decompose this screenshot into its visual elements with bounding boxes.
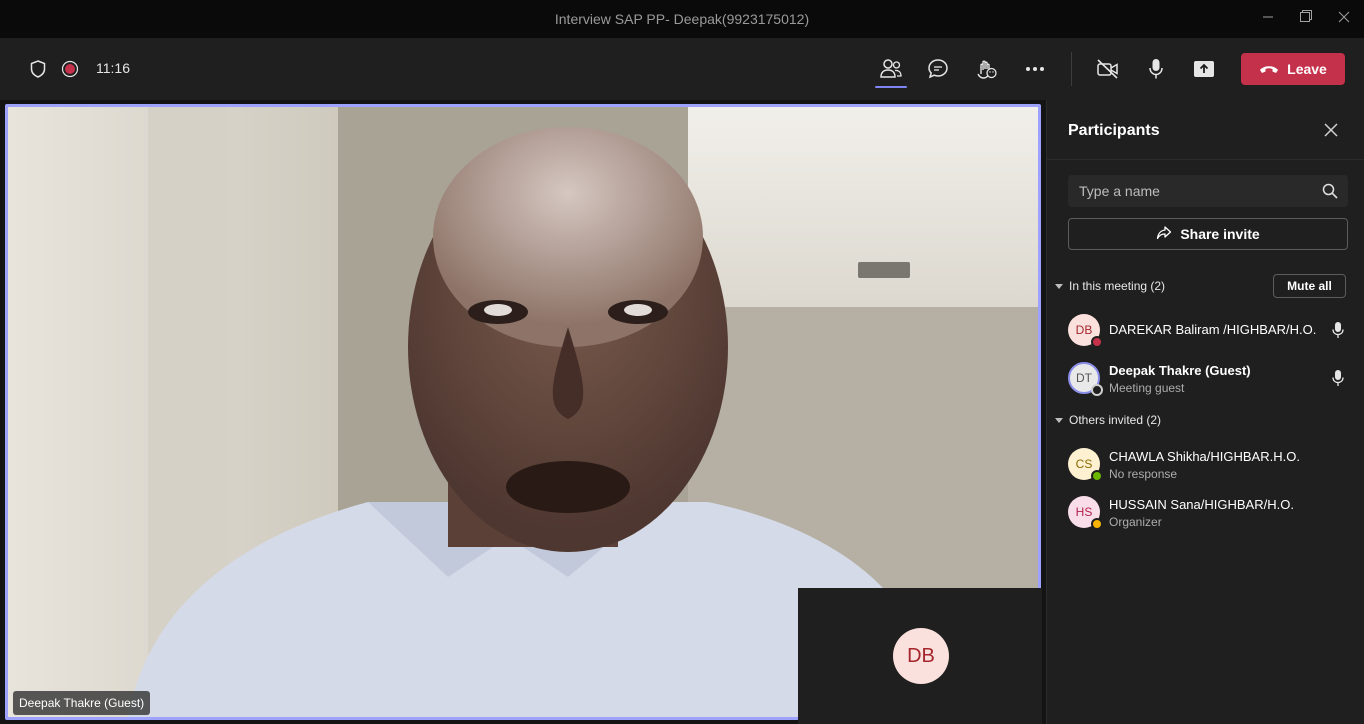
meeting-toolbar: 11:16 Leave xyxy=(0,38,1364,100)
panel-title: Participants xyxy=(1068,122,1160,139)
search-icon[interactable] xyxy=(1322,183,1338,199)
panel-header: Participants xyxy=(1047,100,1364,160)
participant-item[interactable]: DB DAREKAR Baliram /HIGHBAR/H.O. xyxy=(1047,308,1364,352)
people-icon[interactable] xyxy=(875,53,907,85)
participant-name: CHAWLA Shikha/HIGHBAR.H.O. xyxy=(1109,449,1300,464)
offline-status-icon xyxy=(1091,384,1103,396)
title-bar: Interview SAP PP- Deepak(9923175012) xyxy=(0,0,1364,38)
window-title: Interview SAP PP- Deepak(9923175012) xyxy=(554,11,810,27)
close-icon[interactable] xyxy=(1321,120,1341,140)
share-invite-label: Share invite xyxy=(1180,226,1260,242)
microphone-icon[interactable] xyxy=(1331,321,1345,339)
chevron-down-icon xyxy=(1055,417,1063,423)
microphone-icon[interactable] xyxy=(1331,369,1345,387)
reactions-icon[interactable] xyxy=(970,53,1002,85)
video-stage: Deepak Thakre (Guest) DB xyxy=(0,100,1046,724)
participant-name: HUSSAIN Sana/HIGHBAR/H.O. xyxy=(1109,497,1294,512)
self-video-tile: DB xyxy=(798,588,1042,724)
participant-item[interactable]: DT Deepak Thakre (Guest) Meeting guest xyxy=(1047,356,1364,400)
participant-role: Meeting guest xyxy=(1109,381,1185,395)
others-invited-label: Others invited (2) xyxy=(1069,413,1162,427)
participants-panel: Participants Share invite In this meetin… xyxy=(1046,100,1364,724)
chat-icon[interactable] xyxy=(922,53,954,85)
others-invited-section-header[interactable]: Others invited (2) xyxy=(1055,410,1161,430)
participant-status: No response xyxy=(1109,467,1178,481)
shield-icon[interactable] xyxy=(22,53,54,85)
leave-button[interactable]: Leave xyxy=(1241,53,1345,85)
leave-label: Leave xyxy=(1287,61,1327,77)
busy-status-icon xyxy=(1091,336,1103,348)
available-status-icon xyxy=(1091,470,1103,482)
microphone-icon[interactable] xyxy=(1140,53,1172,85)
recording-icon xyxy=(54,53,86,85)
toolbar-divider xyxy=(1071,52,1072,86)
share-invite-button[interactable]: Share invite xyxy=(1068,218,1348,250)
self-avatar: DB xyxy=(893,628,949,684)
people-active-indicator xyxy=(875,86,907,88)
search-box xyxy=(1068,175,1348,207)
close-window-icon[interactable] xyxy=(1334,9,1354,29)
invited-item[interactable]: HS HUSSAIN Sana/HIGHBAR/H.O. Organizer xyxy=(1047,490,1364,534)
minimize-icon[interactable] xyxy=(1258,9,1278,29)
restore-icon[interactable] xyxy=(1296,9,1316,29)
mute-all-button[interactable]: Mute all xyxy=(1273,274,1346,298)
share-icon xyxy=(1156,225,1172,244)
invited-item[interactable]: CS CHAWLA Shikha/HIGHBAR.H.O. No respons… xyxy=(1047,442,1364,486)
camera-off-icon[interactable] xyxy=(1092,53,1124,85)
search-input[interactable] xyxy=(1068,175,1308,207)
in-meeting-label: In this meeting (2) xyxy=(1069,279,1166,293)
speaker-name-tag: Deepak Thakre (Guest) xyxy=(13,691,151,715)
participant-role: Organizer xyxy=(1109,515,1162,529)
share-screen-icon[interactable] xyxy=(1188,53,1220,85)
more-icon[interactable] xyxy=(1019,53,1051,85)
meeting-timer: 11:16 xyxy=(96,60,130,76)
participant-name: Deepak Thakre (Guest) xyxy=(1109,363,1251,378)
participant-name: DAREKAR Baliram /HIGHBAR/H.O. xyxy=(1109,322,1317,337)
away-status-icon xyxy=(1091,518,1103,530)
hang-up-icon xyxy=(1259,61,1279,77)
chevron-down-icon xyxy=(1055,283,1063,289)
in-meeting-section-header[interactable]: In this meeting (2) xyxy=(1055,276,1165,296)
